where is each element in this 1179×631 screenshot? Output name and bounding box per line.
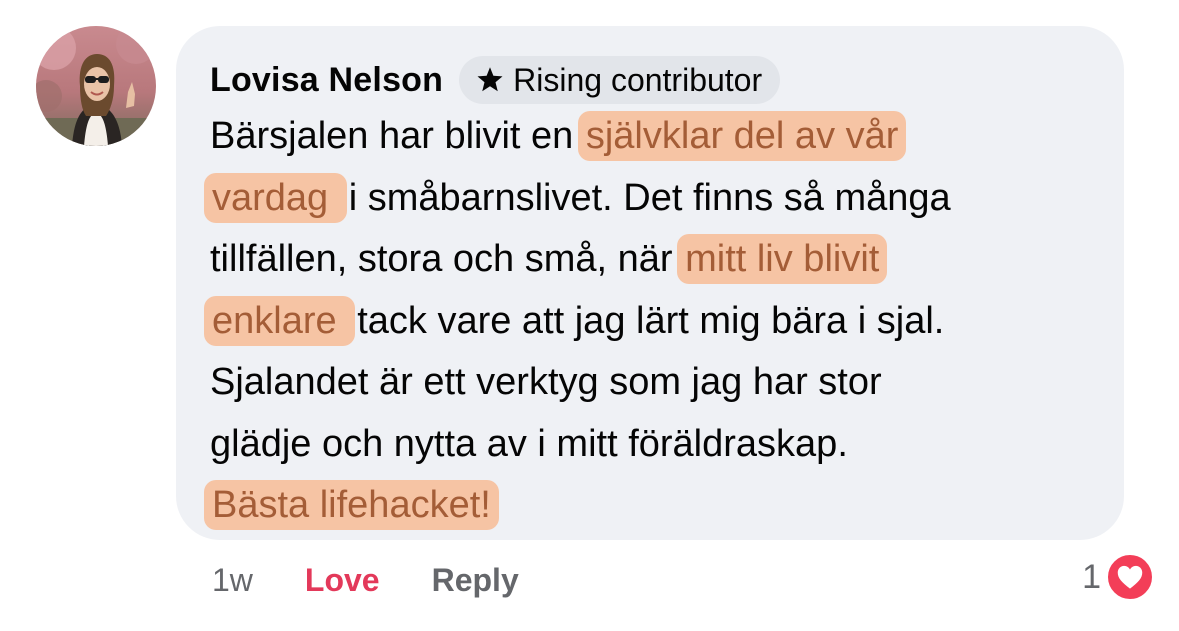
comment-segment: tillfällen, stora och små, när [210, 238, 684, 280]
comment-bubble: Lovisa Nelson Rising contributor Bärsjal… [176, 26, 1124, 540]
highlighted-phrase: enklare [204, 295, 356, 346]
contributor-badge[interactable]: Rising contributor [459, 56, 781, 104]
highlighted-phrase: självklar del av vår [577, 111, 907, 161]
reply-button[interactable]: Reply [432, 562, 519, 599]
reaction-summary[interactable]: 1 [1082, 550, 1155, 604]
badge-label: Rising contributor [513, 61, 763, 98]
comment-segment: tack vare att jag lärt mig bära i sjal. [357, 299, 945, 342]
comment-text: Bärsjalen har blivit en självklar del av… [204, 106, 1110, 537]
highlighted-phrase: vardag [204, 172, 347, 223]
comment-line: vardag i småbarnslivet. Det finns så mån… [204, 168, 1110, 230]
comment-line: glädje och nytta av i mitt föräldraskap. [210, 414, 1110, 476]
comment-line: tillfällen, stora och små, när mitt liv … [210, 229, 1110, 291]
author-name[interactable]: Lovisa Nelson [210, 61, 443, 100]
reaction-count: 1 [1082, 557, 1101, 596]
avatar[interactable] [36, 26, 156, 146]
star-icon [473, 63, 507, 97]
timestamp[interactable]: 1w [212, 562, 253, 599]
comment-segment: Sjalandet är ett verktyg som jag har sto… [210, 361, 882, 403]
comment-actions: 1w Love Reply [212, 556, 519, 604]
comment-line: Sjalandet är ett verktyg som jag har sto… [210, 352, 1110, 414]
heart-icon [1105, 552, 1155, 602]
comment-line: Bärsjalen har blivit en självklar del av… [210, 106, 1110, 168]
comment-line: enklare tack vare att jag lärt mig bära … [204, 291, 1110, 353]
love-button[interactable]: Love [305, 562, 380, 599]
comment-line: Bästa lifehacket! [204, 475, 1110, 537]
highlighted-phrase: Bästa lifehacket! [204, 480, 499, 530]
highlighted-phrase: mitt liv blivit [677, 234, 888, 284]
avatar-photo [36, 26, 156, 146]
comment-segment: Bärsjalen har blivit en [210, 115, 584, 157]
comment-header: Lovisa Nelson Rising contributor [210, 54, 781, 106]
comment-segment: glädje och nytta av i mitt föräldraskap. [210, 422, 848, 465]
comment-segment: i småbarnslivet. Det finns så många [348, 176, 951, 219]
